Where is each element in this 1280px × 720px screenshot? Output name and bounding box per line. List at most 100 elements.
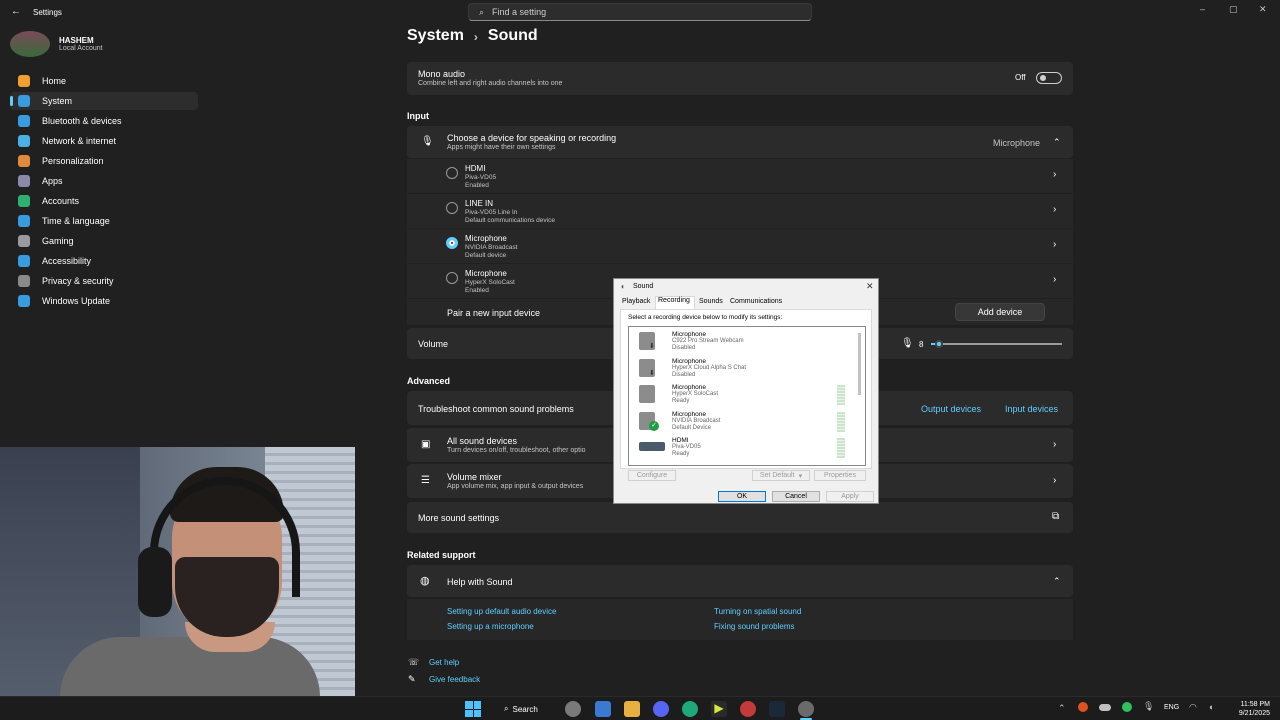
output-devices-link[interactable]: Output devices <box>921 404 981 414</box>
help-with-sound-card[interactable]: ◍ Help with Sound ⌃ <box>407 565 1073 597</box>
recording-device-list[interactable]: ⬇ Microphone C922 Pro Stream Webcam Disable… <box>628 326 866 466</box>
back-arrow-icon[interactable]: ← <box>11 6 21 17</box>
help-link-spatial-sound[interactable]: Turning on spatial sound <box>714 607 801 616</box>
ok-button[interactable]: OK <box>718 491 766 502</box>
selected-indicator <box>10 96 13 106</box>
tab-sounds[interactable]: Sounds <box>699 298 723 305</box>
sidebar-item-accounts[interactable]: Accounts <box>10 192 198 210</box>
sidebar-item-gaming[interactable]: Gaming <box>10 232 198 250</box>
configure-button[interactable]: Configure <box>628 470 676 481</box>
chrome-icon[interactable] <box>740 701 756 717</box>
steam-icon[interactable] <box>769 701 785 717</box>
give-feedback-link[interactable]: Give feedback <box>429 675 480 684</box>
tray-green-icon[interactable] <box>1122 702 1132 712</box>
help-link-default-device[interactable]: Setting up default audio device <box>447 607 556 616</box>
input-devices-link[interactable]: Input devices <box>1005 404 1058 414</box>
volume-icon[interactable]: ◖ <box>1208 702 1213 712</box>
speaker-icon: ◖ <box>620 282 625 291</box>
sidebar-item-privacy-security[interactable]: Privacy & security <box>10 272 198 290</box>
recording-device-name: HDMI <box>672 437 689 444</box>
tab-playback[interactable]: Playback <box>622 298 650 305</box>
sidebar-item-personalization[interactable]: Personalization <box>10 152 198 170</box>
avatar[interactable] <box>10 31 50 57</box>
cancel-button[interactable]: Cancel <box>772 491 820 502</box>
input-device-sub: Piva-VD05 Line In <box>465 209 518 216</box>
disabled-arrow-icon: ⬇ <box>649 343 655 350</box>
sidebar-item-bluetooth-devices[interactable]: Bluetooth & devices <box>10 112 198 130</box>
recording-device-item[interactable]: ⬇ Microphone C922 Pro Stream Webcam Disable… <box>629 329 857 355</box>
settings-gear-icon[interactable] <box>565 701 581 717</box>
search-box[interactable]: ⌕ Find a setting <box>468 3 812 21</box>
page-title: Sound <box>487 27 538 44</box>
file-explorer-icon[interactable] <box>624 701 640 717</box>
sidebar-item-label: Windows Update <box>42 296 111 306</box>
input-device-radio[interactable] <box>446 272 458 284</box>
tray-mic-icon[interactable]: 🎙︎ <box>1143 701 1154 712</box>
volume-track[interactable] <box>931 343 1062 345</box>
sidebar-item-apps[interactable]: Apps <box>10 172 198 190</box>
nvidia-play-icon[interactable]: ▶ <box>711 701 727 717</box>
tab-recording[interactable]: Recording <box>658 297 690 304</box>
discord-icon[interactable] <box>653 701 669 717</box>
input-device-radio[interactable] <box>446 202 458 214</box>
chevron-up-icon[interactable]: ⌃ <box>1053 576 1061 587</box>
help-link-microphone[interactable]: Setting up a microphone <box>447 622 534 631</box>
input-device-radio[interactable] <box>446 167 458 179</box>
add-device-button[interactable]: Add device <box>955 303 1045 321</box>
taskbar-search-button[interactable]: ⌕ Search <box>498 700 550 718</box>
onedrive-icon[interactable] <box>1099 704 1111 711</box>
sound-app-icon[interactable] <box>798 701 814 717</box>
tab-communications[interactable]: Communications <box>730 298 782 305</box>
level-meter <box>837 411 845 432</box>
volume-mixer-title: Volume mixer <box>447 472 502 482</box>
input-device-radio[interactable] <box>446 237 458 249</box>
help-link-fixing-problems[interactable]: Fixing sound problems <box>714 622 794 631</box>
language-indicator[interactable]: ENG <box>1164 704 1179 711</box>
more-sound-settings-label: More sound settings <box>418 513 500 523</box>
sidebar-item-home[interactable]: Home <box>10 72 198 90</box>
mono-audio-toggle[interactable] <box>1036 72 1062 84</box>
breadcrumb-parent[interactable]: System <box>407 27 464 45</box>
clock[interactable]: 11:58 PM 9/21/2025 <box>1222 700 1270 718</box>
sidebar-item-label: System <box>42 96 73 106</box>
properties-button[interactable]: Properties <box>814 470 866 481</box>
sidebar-item-system[interactable]: System <box>10 92 198 110</box>
sidebar-item-windows-update[interactable]: Windows Update <box>10 292 198 310</box>
search-input[interactable]: Find a setting <box>492 7 546 17</box>
set-default-button[interactable]: Set Default ▾ <box>752 470 810 481</box>
speaker-box-icon: ▣ <box>421 439 431 450</box>
recording-device-item[interactable]: ✓ Microphone NVIDIA Broadcast Default Devic… <box>629 409 857 435</box>
recording-device-status: Default Device <box>672 424 712 431</box>
recording-device-sub: Piva-VD05 <box>672 444 701 450</box>
minimize-icon[interactable]: – <box>1200 4 1205 14</box>
sidebar-item-time-language[interactable]: Time & language <box>10 212 198 230</box>
input-device-row[interactable]: HDMI Piva-VD05 Enabled › <box>407 159 1073 193</box>
apply-button[interactable]: Apply <box>826 491 874 502</box>
sidebar-item-network-internet[interactable]: Network & internet <box>10 132 198 150</box>
sidebar-item-accessibility[interactable]: Accessibility <box>10 252 198 270</box>
wifi-icon[interactable]: ◠ <box>1189 702 1197 713</box>
list-scrollbar-thumb[interactable] <box>858 333 861 395</box>
close-icon[interactable]: ✕ <box>1259 4 1267 15</box>
tray-chevron-up-icon[interactable]: ⌃ <box>1058 703 1066 714</box>
photos-icon[interactable] <box>595 701 611 717</box>
sidebar-item-label: Network & internet <box>42 136 117 146</box>
recording-device-item[interactable]: ⬇ Microphone HyperX Cloud Alpha S Chat Disa… <box>629 356 857 382</box>
input-device-row[interactable]: Microphone NVIDIA Broadcast Default device… <box>407 229 1073 263</box>
recording-device-item[interactable]: Microphone HyperX SoloCast Ready <box>629 382 857 408</box>
help-with-sound-title: Help with Sound <box>447 577 513 587</box>
more-sound-settings-card[interactable]: More sound settings ⧉ <box>407 502 1073 533</box>
dialog-close-icon[interactable]: ✕ <box>866 281 874 292</box>
recording-device-item[interactable]: HDMI Piva-VD05 Ready <box>629 435 857 461</box>
windows-start-icon[interactable] <box>465 701 481 717</box>
volume-slider-thumb[interactable] <box>935 340 944 348</box>
choose-input-card[interactable]: 🎙︎ Choose a device for speaking or recor… <box>407 126 1073 158</box>
tray-app-icon[interactable] <box>1078 702 1088 712</box>
input-device-sub: Piva-VD05 <box>465 174 497 181</box>
chevron-up-icon[interactable]: ⌃ <box>1053 137 1061 148</box>
edge-icon[interactable] <box>682 701 698 717</box>
input-device-status: Default device <box>465 252 507 259</box>
get-help-link[interactable]: Get help <box>429 658 459 667</box>
maximize-icon[interactable]: ▢ <box>1229 4 1238 15</box>
input-device-row[interactable]: LINE IN Piva-VD05 Line In Default communic… <box>407 194 1073 228</box>
